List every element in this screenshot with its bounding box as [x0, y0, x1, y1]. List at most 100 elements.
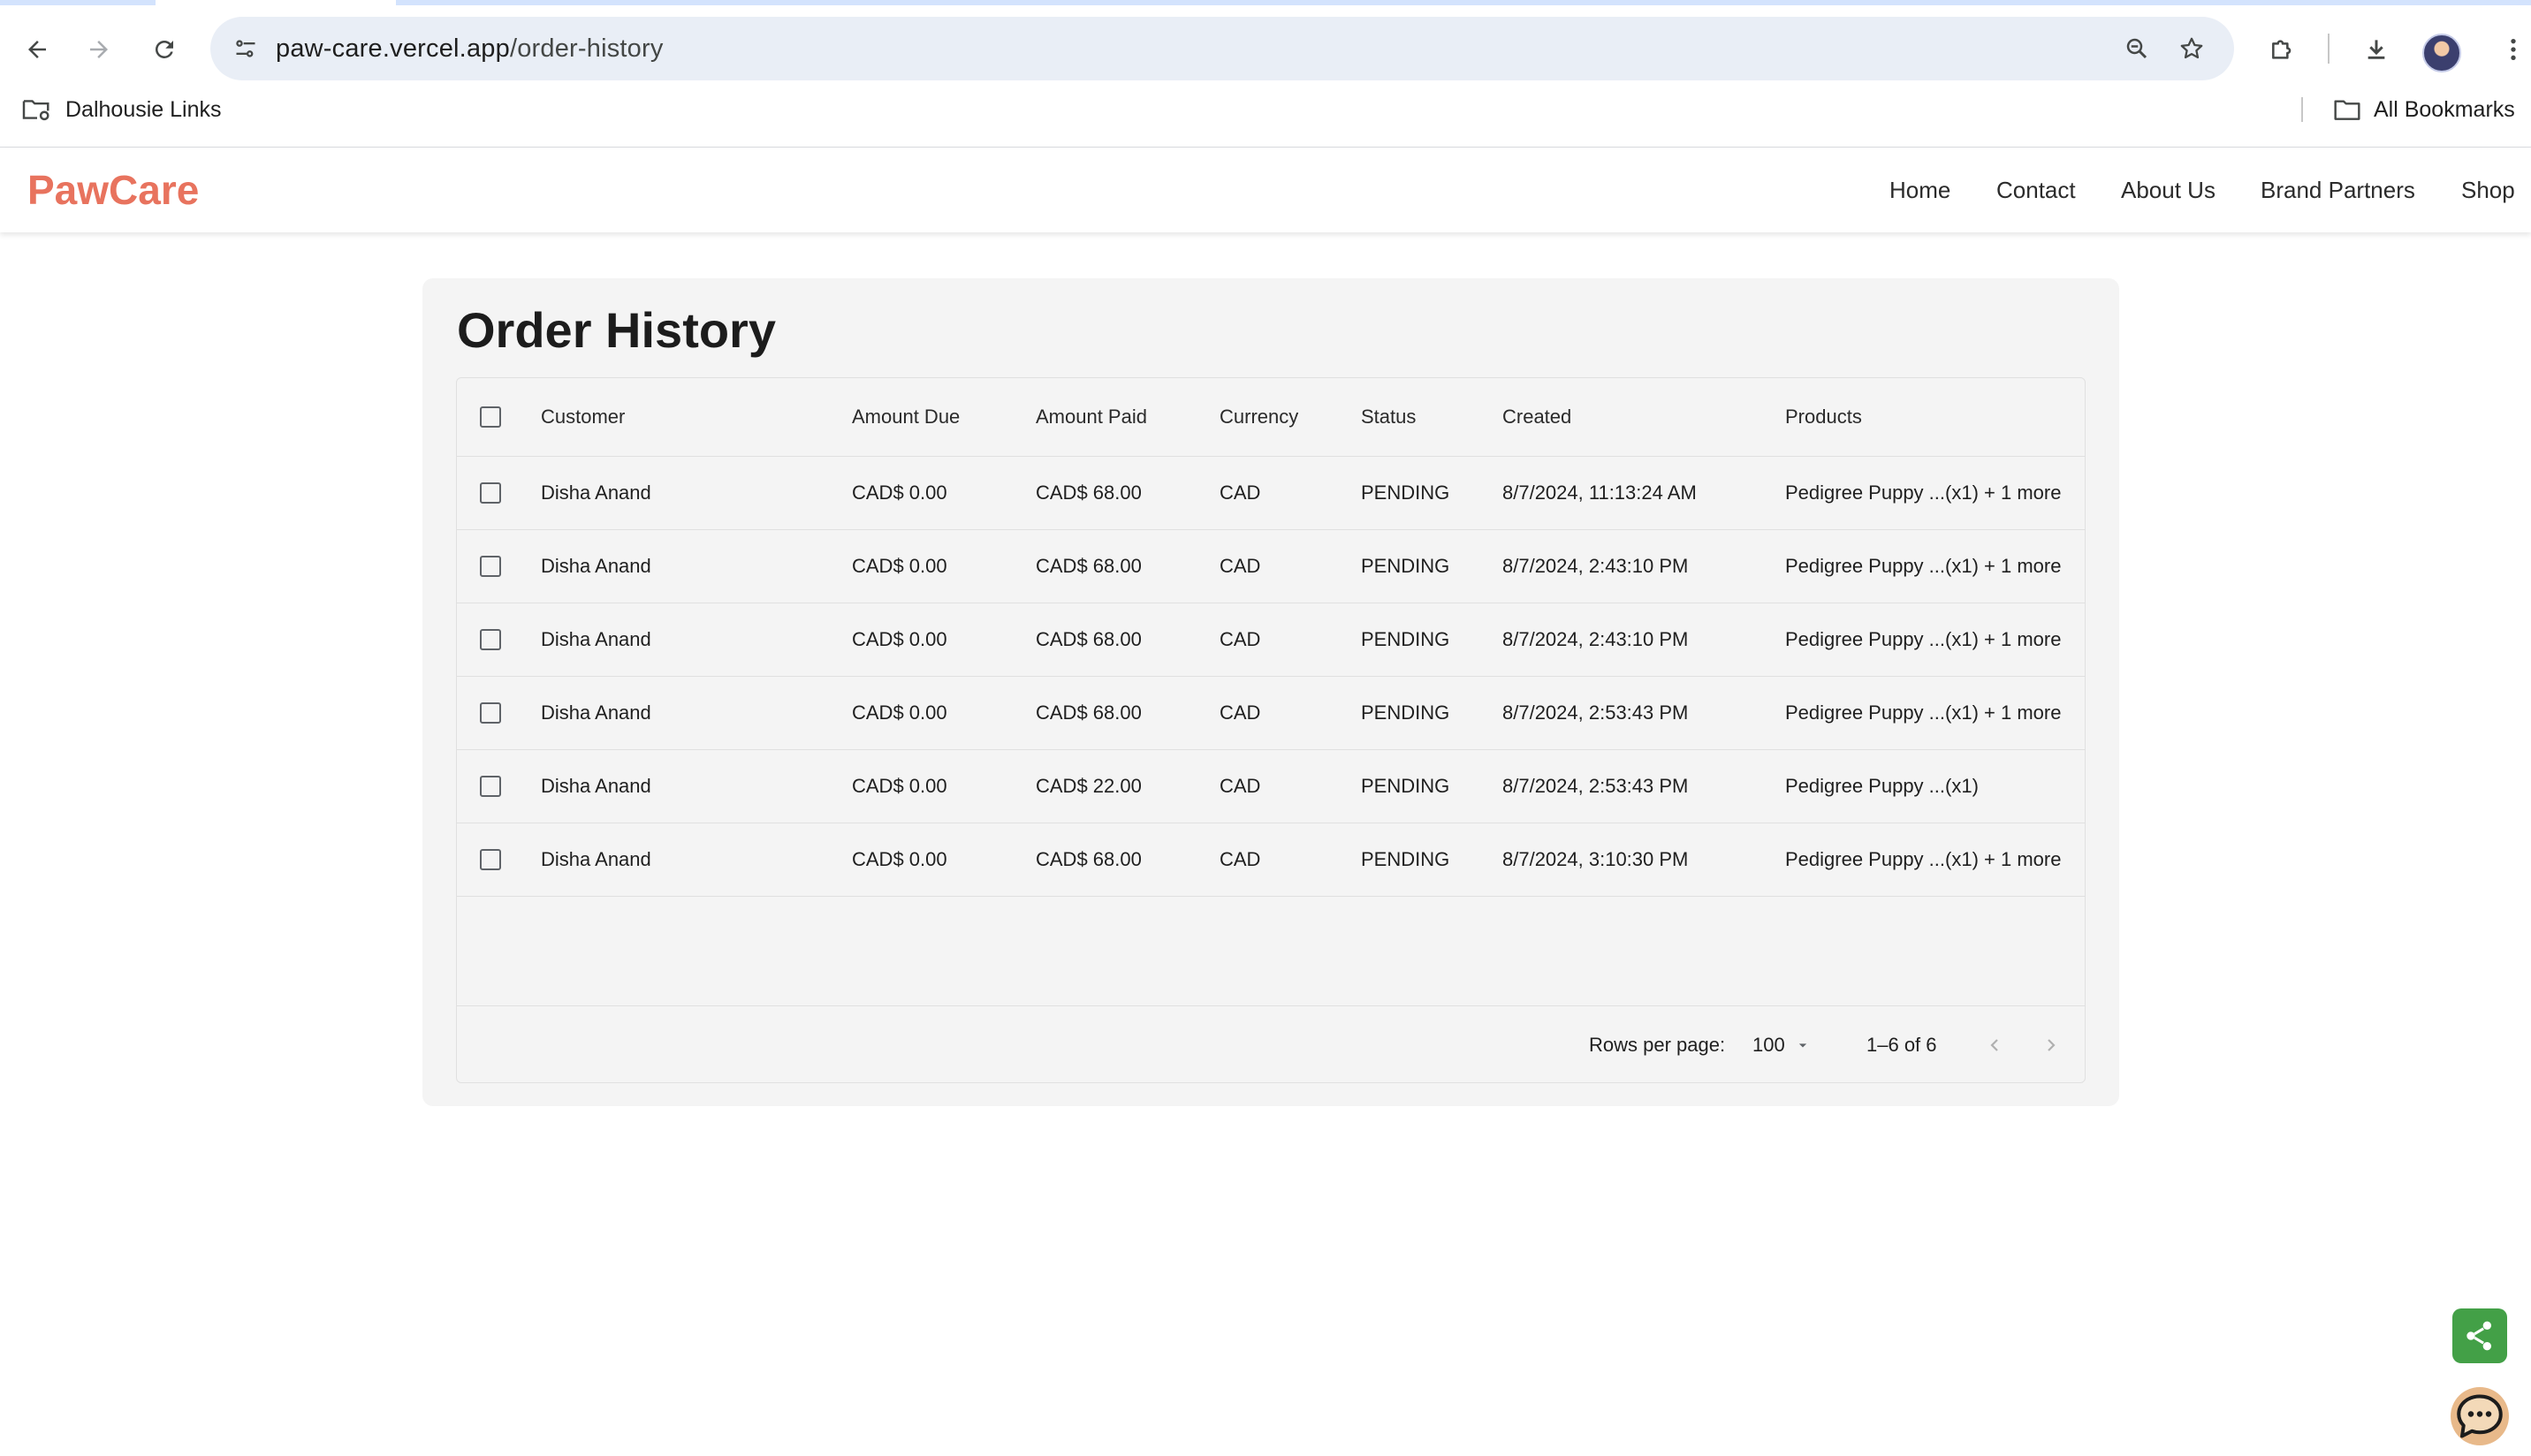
folder-icon: [2334, 100, 2360, 120]
table-row[interactable]: Disha Anand CAD$ 0.00 CAD$ 22.00 CAD PENDING…: [457, 749, 2085, 823]
share-button[interactable]: [2452, 1308, 2507, 1363]
cell-currency: CAD: [1220, 774, 1261, 797]
chat-bubble-icon: [2457, 1394, 2503, 1438]
order-history-panel: Order History Customer Amount Due Amount…: [422, 278, 2119, 1106]
cell-amount-due: CAD$ 0.00: [852, 554, 947, 577]
cell-amount-due: CAD$ 0.00: [852, 847, 947, 870]
cell-customer: Disha Anand: [541, 481, 651, 504]
forward-button[interactable]: [74, 25, 124, 74]
table-row[interactable]: Disha Anand CAD$ 0.00 CAD$ 68.00 CAD PENDING…: [457, 603, 2085, 677]
row-checkbox[interactable]: [480, 676, 501, 749]
previous-page-button[interactable]: [1979, 1029, 2010, 1061]
pawcare-logo[interactable]: PawCare: [27, 148, 199, 232]
downloads-button[interactable]: [2353, 27, 2399, 72]
cell-created: 8/7/2024, 2:53:43 PM: [1502, 701, 1689, 724]
pagination-range: 1–6 of 6: [1866, 1034, 1937, 1056]
extensions-button[interactable]: [2260, 27, 2306, 72]
cell-status: PENDING: [1361, 774, 1450, 797]
row-checkbox[interactable]: [480, 603, 501, 676]
row-checkbox[interactable]: [480, 529, 501, 603]
cell-customer: Disha Anand: [541, 701, 651, 724]
cell-currency: CAD: [1220, 481, 1261, 504]
cell-created: 8/7/2024, 11:13:24 AM: [1502, 481, 1697, 504]
row-checkbox[interactable]: [480, 456, 501, 529]
cell-status: PENDING: [1361, 847, 1450, 870]
zoom-button[interactable]: [2116, 27, 2158, 70]
column-header-created[interactable]: Created: [1502, 378, 1571, 456]
cell-status: PENDING: [1361, 481, 1450, 504]
cell-amount-paid: CAD$ 68.00: [1036, 481, 1142, 504]
reload-button[interactable]: [140, 25, 189, 74]
cell-created: 8/7/2024, 2:53:43 PM: [1502, 774, 1689, 797]
cell-amount-due: CAD$ 0.00: [852, 481, 947, 504]
chevron-left-icon: [1990, 1039, 1998, 1051]
cell-amount-paid: CAD$ 68.00: [1036, 847, 1142, 870]
nav-contact[interactable]: Contact: [1996, 148, 2076, 232]
cell-status: PENDING: [1361, 701, 1450, 724]
column-header-products[interactable]: Products: [1785, 378, 1862, 456]
all-bookmarks-label: All Bookmarks: [2374, 96, 2515, 122]
cell-products: Pedigree Puppy ...(x1) + 1 more: [1785, 701, 2062, 724]
star-icon: [2180, 37, 2203, 59]
bookmark-star-button[interactable]: [2170, 27, 2213, 70]
url-path: /order-history: [509, 34, 664, 63]
caret-down-icon: [1798, 1043, 1806, 1047]
back-button[interactable]: [12, 25, 62, 74]
cell-status: PENDING: [1361, 627, 1450, 650]
profile-avatar[interactable]: [2422, 34, 2461, 72]
zoom-icon: [2126, 38, 2147, 59]
cell-amount-paid: CAD$ 68.00: [1036, 627, 1142, 650]
cell-products: Pedigree Puppy ...(x1) + 1 more: [1785, 554, 2062, 577]
cell-products: Pedigree Puppy ...(x1) + 1 more: [1785, 481, 2062, 504]
arrow-right-icon: [90, 41, 108, 58]
column-header-amount-due[interactable]: Amount Due: [852, 378, 960, 456]
nav-shop[interactable]: Shop: [2461, 148, 2515, 232]
bookmark-folder-dalhousie-links[interactable]: Dalhousie Links: [21, 87, 222, 133]
cell-customer: Disha Anand: [541, 627, 651, 650]
rows-per-page-select[interactable]: 100: [1752, 1006, 1812, 1082]
all-bookmarks-button[interactable]: All Bookmarks: [2333, 87, 2515, 133]
bookmarks-bar: Dalhousie Links All Bookmarks: [0, 87, 2531, 148]
site-settings-icon[interactable]: [224, 27, 267, 70]
cell-created: 8/7/2024, 2:43:10 PM: [1502, 627, 1689, 650]
arrow-left-icon: [28, 41, 46, 58]
row-checkbox[interactable]: [480, 749, 501, 823]
table-header-row: Customer Amount Due Amount Paid Currency…: [457, 378, 2085, 457]
chevron-right-icon: [2048, 1039, 2056, 1051]
share-icon: [2466, 1321, 2491, 1351]
next-page-button[interactable]: [2035, 1029, 2067, 1061]
nav-home[interactable]: Home: [1889, 148, 1950, 232]
row-checkbox[interactable]: [480, 823, 501, 896]
column-header-status[interactable]: Status: [1361, 378, 1416, 456]
cell-products: Pedigree Puppy ...(x1) + 1 more: [1785, 847, 2062, 870]
column-header-currency[interactable]: Currency: [1220, 378, 1298, 456]
cell-customer: Disha Anand: [541, 774, 651, 797]
cell-created: 8/7/2024, 3:10:30 PM: [1502, 847, 1689, 870]
column-header-amount-paid[interactable]: Amount Paid: [1036, 378, 1147, 456]
column-header-customer[interactable]: Customer: [541, 378, 625, 456]
table-row[interactable]: Disha Anand CAD$ 0.00 CAD$ 68.00 CAD PENDING…: [457, 823, 2085, 897]
cell-products: Pedigree Puppy ...(x1): [1785, 774, 1979, 797]
rows-per-page-value: 100: [1752, 1034, 1785, 1056]
table-row[interactable]: Disha Anand CAD$ 0.00 CAD$ 68.00 CAD PENDING…: [457, 676, 2085, 750]
address-bar[interactable]: paw-care.vercel.app/order-history: [210, 17, 2234, 80]
select-all-checkbox[interactable]: [480, 378, 501, 456]
cell-products: Pedigree Puppy ...(x1) + 1 more: [1785, 627, 2062, 650]
cell-amount-paid: CAD$ 68.00: [1036, 554, 1142, 577]
table-row[interactable]: Disha Anand CAD$ 0.00 CAD$ 68.00 CAD PENDING…: [457, 456, 2085, 530]
table-row[interactable]: Disha Anand CAD$ 0.00 CAD$ 68.00 CAD PENDING…: [457, 529, 2085, 603]
url-text: paw-care.vercel.app/order-history: [276, 17, 664, 80]
cell-customer: Disha Anand: [541, 847, 651, 870]
bookmark-label: Dalhousie Links: [65, 96, 222, 122]
chat-button[interactable]: [2451, 1387, 2509, 1445]
rows-per-page-label: Rows per page:: [1589, 1034, 1726, 1056]
browser-toolbar: paw-care.vercel.app/order-history: [0, 5, 2531, 87]
nav-brand-partners[interactable]: Brand Partners: [2261, 148, 2415, 232]
download-icon: [2368, 40, 2385, 59]
nav-about-us[interactable]: About Us: [2121, 148, 2216, 232]
folder-managed-icon: [22, 100, 49, 121]
cell-currency: CAD: [1220, 627, 1261, 650]
browser-menu-button[interactable]: [2490, 27, 2531, 72]
cell-amount-due: CAD$ 0.00: [852, 701, 947, 724]
orders-table: Customer Amount Due Amount Paid Currency…: [456, 377, 2086, 1083]
